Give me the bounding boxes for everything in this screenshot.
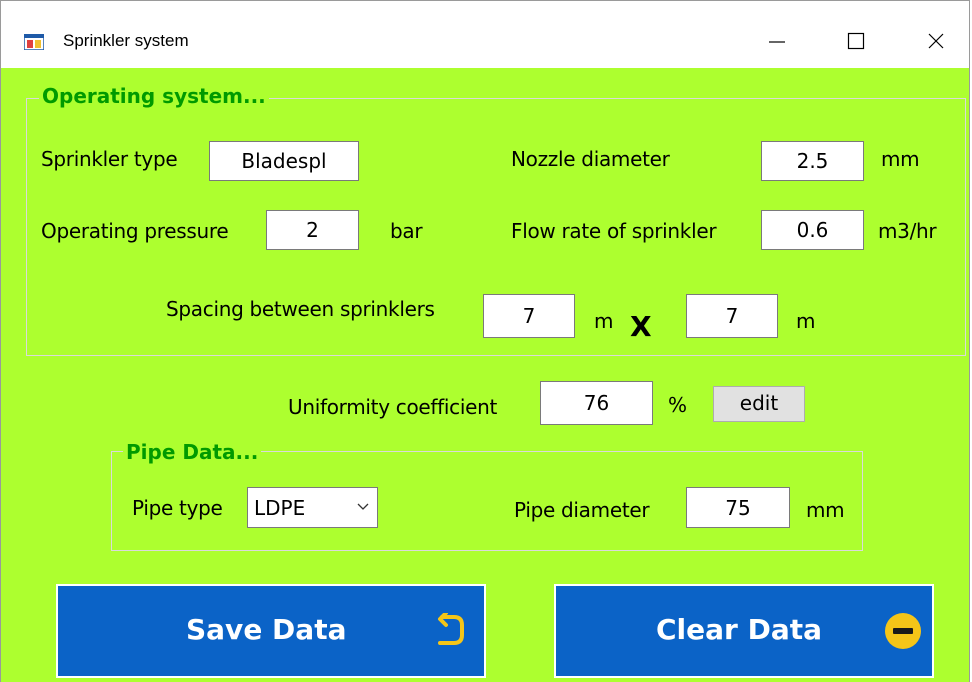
pipe-diameter-field[interactable] <box>686 487 790 528</box>
uniformity-field[interactable] <box>540 381 653 425</box>
uniformity-label: Uniformity coefficient <box>288 395 498 419</box>
nozzle-diameter-field[interactable] <box>761 141 864 181</box>
pipe-diameter-unit: mm <box>806 498 845 522</box>
operating-pressure-label: Operating pressure <box>41 219 229 243</box>
pipe-type-label: Pipe type <box>132 496 223 520</box>
window-title: Sprinkler system <box>63 31 189 50</box>
sprinkler-type-field[interactable] <box>209 141 359 181</box>
sprinkler-type-label: Sprinkler type <box>41 147 178 171</box>
clear-data-label: Clear Data <box>656 613 823 646</box>
pipe-type-value: LDPE <box>254 496 306 520</box>
pipe-data-group-title: Pipe Data... <box>123 440 262 464</box>
minimize-icon <box>769 41 785 43</box>
flow-rate-label: Flow rate of sprinkler <box>511 219 717 243</box>
spacing-unit-2: m <box>796 309 816 333</box>
operating-pressure-unit: bar <box>390 219 423 243</box>
flow-rate-field[interactable] <box>761 210 864 250</box>
spacing-field-1[interactable] <box>483 294 575 338</box>
spacing-times-sign: X <box>630 310 652 343</box>
app-window-icon <box>23 33 45 51</box>
nozzle-diameter-unit: mm <box>881 147 920 171</box>
nozzle-diameter-label: Nozzle diameter <box>511 147 670 171</box>
spacing-field-2[interactable] <box>686 294 778 338</box>
flow-rate-unit: m3/hr <box>878 219 937 243</box>
form-content: Operating system... Sprinkler type Nozzl… <box>1 68 969 682</box>
maximize-button[interactable] <box>833 21 879 61</box>
clear-data-button[interactable]: Clear Data <box>554 584 934 678</box>
undo-arrow-icon <box>438 613 464 645</box>
minus-circle-icon <box>885 613 921 649</box>
close-button[interactable] <box>913 21 959 61</box>
chevron-down-icon <box>357 503 369 510</box>
save-data-label: Save Data <box>186 613 347 646</box>
edit-button[interactable]: edit <box>713 386 805 422</box>
uniformity-unit: % <box>668 393 687 417</box>
app-window: Sprinkler system Operating system... Spr… <box>0 0 970 682</box>
spacing-label: Spacing between sprinklers <box>166 297 435 321</box>
title-bar[interactable]: Sprinkler system <box>1 0 969 68</box>
pipe-diameter-label: Pipe diameter <box>514 498 650 522</box>
spacing-unit-1: m <box>594 309 614 333</box>
maximize-icon <box>847 32 865 50</box>
save-data-button[interactable]: Save Data <box>56 584 486 678</box>
minimize-button[interactable] <box>754 21 800 61</box>
operating-system-group-title: Operating system... <box>39 84 269 108</box>
pipe-type-dropdown[interactable]: LDPE <box>247 487 378 528</box>
operating-pressure-field[interactable] <box>266 210 359 250</box>
close-icon <box>928 33 944 49</box>
